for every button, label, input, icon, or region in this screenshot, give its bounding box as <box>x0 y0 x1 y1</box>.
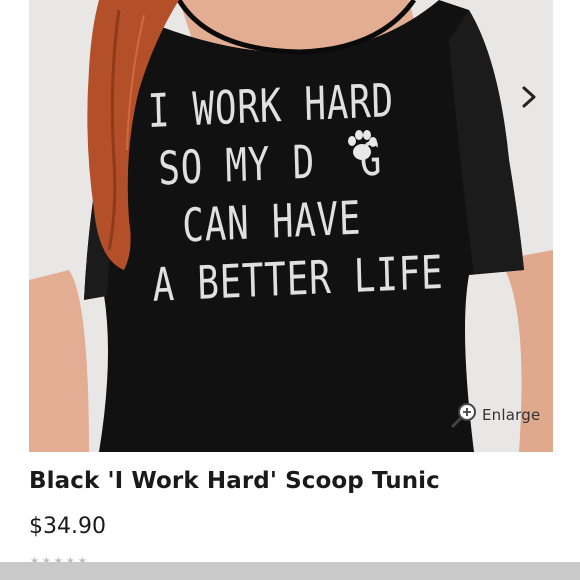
enlarge-button[interactable]: Enlarge <box>450 399 540 431</box>
product-image[interactable]: I WORK HARD SO MY D G CAN HAVE A BETTER … <box>29 0 553 452</box>
product-title: Black 'I Work Hard' Scoop Tunic <box>29 468 440 494</box>
next-image-button[interactable] <box>514 82 544 112</box>
bottom-bar <box>0 562 580 580</box>
paw-print-icon <box>348 130 377 160</box>
left-gutter <box>0 0 29 452</box>
shirt-print-text: I WORK HARD SO MY D G CAN HAVE A BETTER … <box>147 71 445 314</box>
shirt-print-line: A BETTER LIFE <box>151 244 445 312</box>
shirt-print-line: CAN HAVE <box>181 190 362 253</box>
chevron-right-icon <box>522 86 536 108</box>
product-price: $34.90 <box>29 514 106 539</box>
magnifier-icon <box>451 403 476 428</box>
right-gutter <box>553 0 580 452</box>
enlarge-label: Enlarge <box>482 406 541 424</box>
